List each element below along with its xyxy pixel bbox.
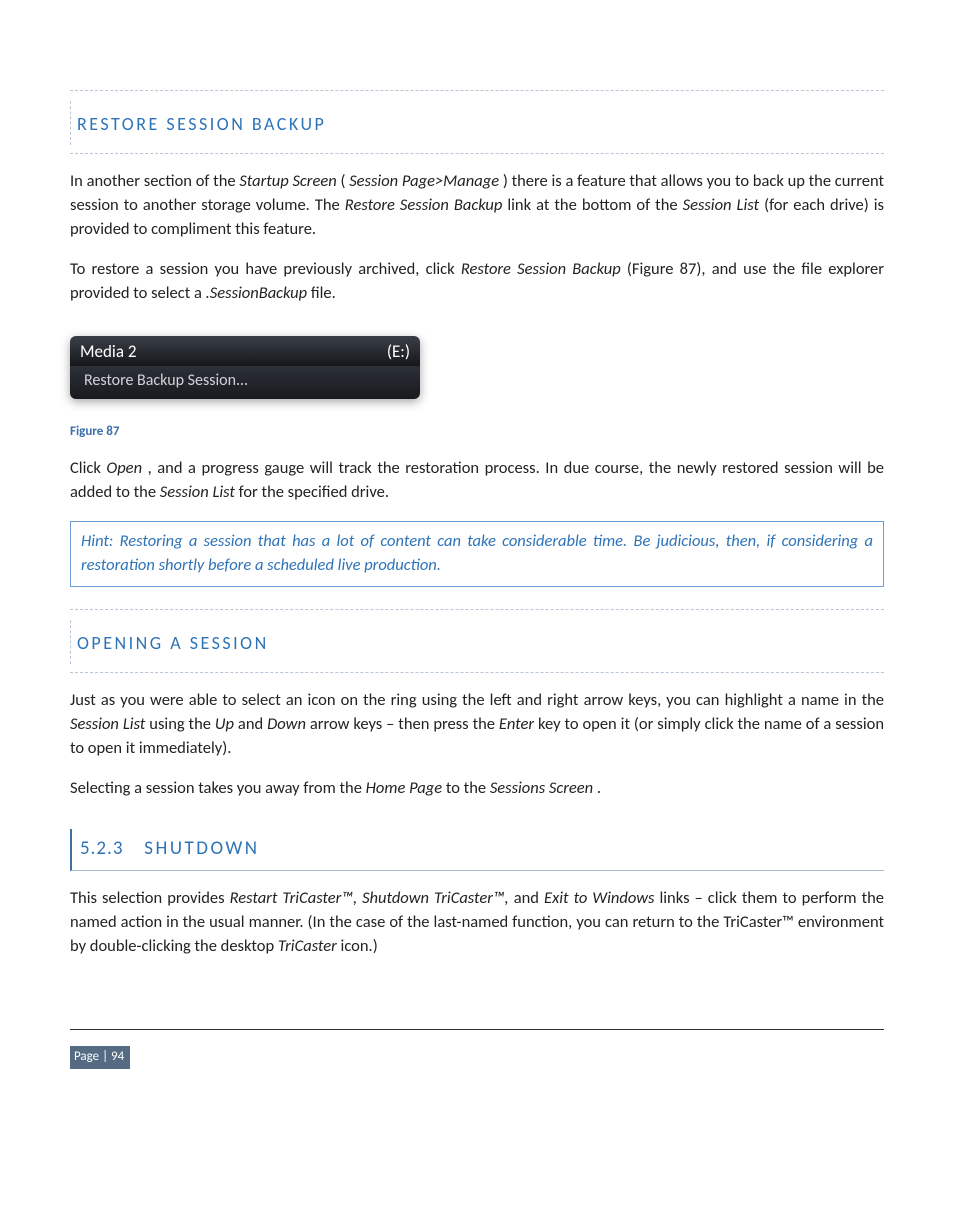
italic-text: Home Page [366, 778, 442, 798]
paragraph: Selecting a session takes you away from … [70, 777, 884, 801]
link-text: Restore Backup Session... [84, 371, 248, 390]
text: This selection provides [70, 888, 230, 908]
drive-header-row: Media 2 (E:) [70, 336, 420, 367]
heading-text: RESTORE SESSION BACKUP [77, 113, 326, 135]
drive-letter: (E:) [387, 340, 410, 365]
text: ( [340, 171, 345, 191]
text: link at the bottom of the [507, 195, 682, 215]
italic-text: Session Page>Manage [349, 171, 499, 191]
italic-text: Restore Session Backup [461, 259, 621, 279]
heading-text: OPENING A SESSION [77, 632, 269, 654]
italic-text: TriCaster [278, 936, 337, 956]
italic-text: Startup Screen [239, 171, 336, 191]
dashed-separator [70, 90, 884, 91]
text: file. [311, 283, 336, 303]
paragraph: Click Open , and a progress gauge will t… [70, 457, 884, 505]
text: icon.) [341, 936, 378, 956]
text: Selecting a session takes you away from … [70, 778, 366, 798]
footer-rule [70, 1029, 884, 1030]
text: for the specified drive. [239, 482, 389, 502]
paragraph: To restore a session you have previously… [70, 258, 884, 306]
text: In another section of the [70, 171, 239, 191]
text: using the [149, 714, 215, 734]
dashed-separator [70, 609, 884, 610]
hint-box: Hint: Restoring a session that has a lot… [70, 521, 884, 587]
italic-text: Session List [160, 482, 235, 502]
italic-text: Restart TriCaster™, Shutdown TriCaster™, [230, 888, 509, 908]
heading-restore-session-backup: RESTORE SESSION BACKUP [70, 101, 884, 145]
dashed-separator [70, 153, 884, 154]
page-footer: Page94 [70, 1029, 884, 1069]
italic-text: .SessionBackup [206, 283, 308, 303]
text: Click [70, 458, 106, 478]
italic-text: Down [267, 714, 306, 734]
heading-text: SHUTDOWN [144, 837, 259, 860]
text: Just as you were able to select an icon … [70, 690, 884, 710]
italic-text: Exit to Windows [544, 888, 654, 908]
italic-text: Session List [683, 195, 759, 215]
text: . [597, 778, 601, 798]
drive-label: Media 2 [80, 340, 136, 365]
figure-image: Media 2 (E:) Restore Backup Session... [70, 336, 420, 399]
text: and [514, 888, 544, 908]
paragraph: This selection provides Restart TriCaste… [70, 887, 884, 959]
heading-shutdown: 5.2.3 SHUTDOWN [70, 829, 884, 872]
text: arrow keys – then press the [310, 714, 499, 734]
page-label: Page [74, 1049, 111, 1064]
paragraph: In another section of the Startup Screen… [70, 170, 884, 242]
restore-backup-session-link[interactable]: Restore Backup Session... [70, 366, 420, 398]
hint-text: Hint: Restoring a session that has a lot… [81, 531, 873, 575]
text: and [238, 714, 267, 734]
italic-text: Open [106, 458, 142, 478]
text: To restore a session you have previously… [70, 259, 461, 279]
heading-opening-a-session: OPENING A SESSION [70, 620, 884, 664]
page-number: 94 [111, 1049, 124, 1064]
text: to the [446, 778, 490, 798]
dashed-separator [70, 672, 884, 673]
heading-number: 5.2.3 [80, 837, 123, 860]
italic-text: Restore Session Backup [345, 195, 503, 215]
italic-text: Up [215, 714, 234, 734]
page-number-badge: Page94 [70, 1046, 130, 1069]
italic-text: Session List [70, 714, 145, 734]
italic-text: Sessions Screen [490, 778, 593, 798]
figure-caption: Figure 87 [70, 423, 884, 442]
figure-87: Media 2 (E:) Restore Backup Session... F… [70, 336, 884, 442]
paragraph: Just as you were able to select an icon … [70, 689, 884, 761]
italic-text: Enter [499, 714, 534, 734]
